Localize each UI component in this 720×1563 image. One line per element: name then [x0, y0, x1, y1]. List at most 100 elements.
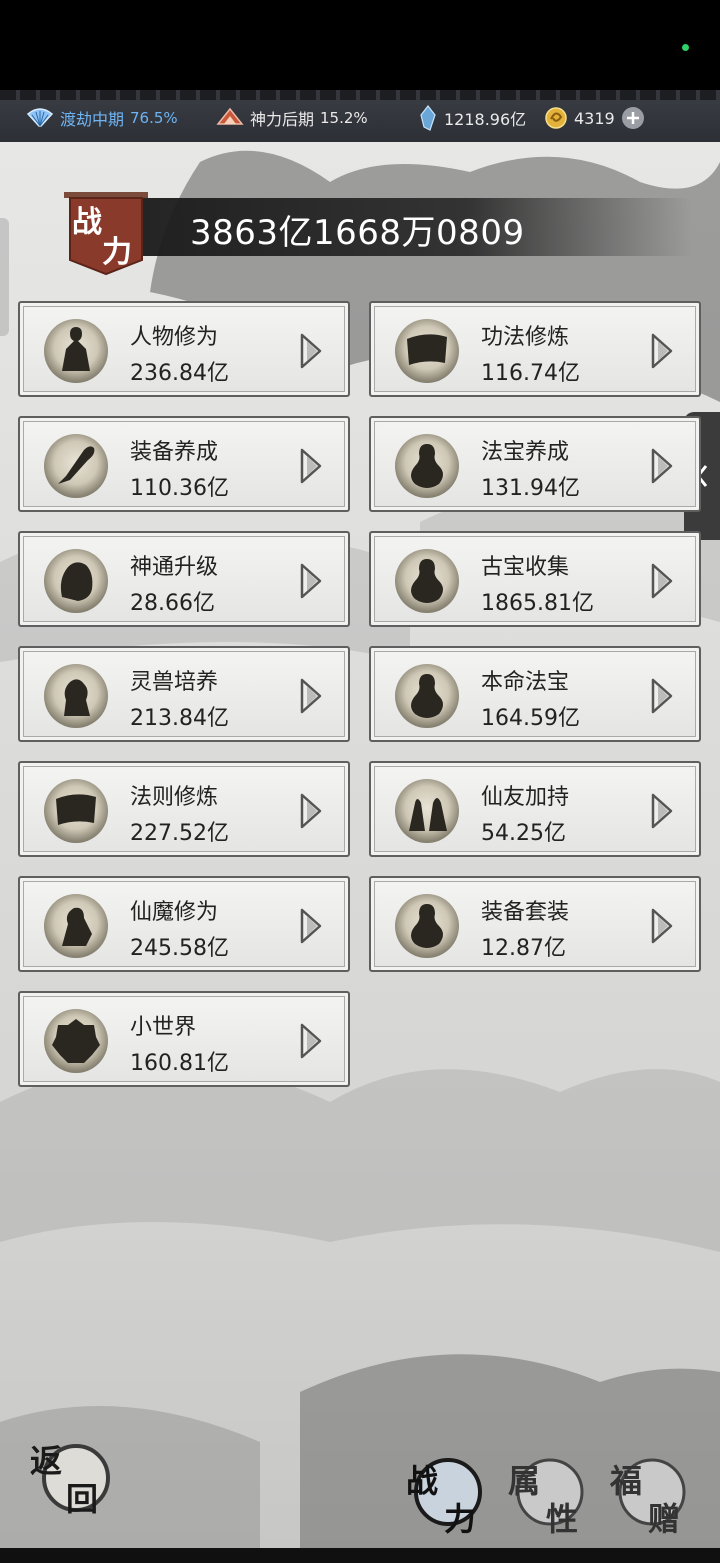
realm-status: 渡劫中期 76.5% — [26, 104, 178, 132]
tab-combat-power[interactable]: 战 力 — [404, 1452, 486, 1534]
chevron-right-icon[interactable] — [649, 446, 675, 486]
power-card-name: 法则修炼 — [130, 785, 219, 810]
power-card[interactable]: 装备套装 12.87亿 — [369, 876, 701, 972]
demon-icon — [44, 894, 108, 958]
divine-icon — [216, 107, 244, 125]
scroll-icon — [395, 319, 459, 383]
power-card-name: 装备套装 — [481, 900, 570, 925]
combat-power-header: 战 力 3863亿1668万0809 — [60, 190, 692, 276]
power-card-name: 小世界 — [130, 1015, 197, 1040]
gourd-icon — [395, 434, 459, 498]
power-card[interactable]: 仙友加持 54.25亿 — [369, 761, 701, 857]
chevron-right-icon[interactable] — [649, 561, 675, 601]
power-card[interactable]: 小世界 160.81亿 — [18, 991, 350, 1087]
power-card[interactable]: 本命法宝 164.59亿 — [369, 646, 701, 742]
chevron-right-icon[interactable] — [298, 561, 324, 601]
chevron-right-icon[interactable] — [298, 676, 324, 716]
power-card-value: 110.36亿 — [130, 476, 229, 501]
tab-attr-char-1: 属 — [508, 1462, 540, 1500]
tab-attributes[interactable]: 属 性 — [506, 1452, 588, 1534]
power-card-value: 164.59亿 — [481, 706, 580, 731]
divine-status: 神力后期 15.2% — [216, 104, 368, 132]
back-button[interactable]: 返 回 — [28, 1434, 110, 1516]
gourd-icon — [395, 549, 459, 613]
chevron-right-icon[interactable] — [649, 676, 675, 716]
power-card-value: 28.66亿 — [130, 591, 215, 616]
power-card[interactable]: 仙魔修为 245.58亿 — [18, 876, 350, 972]
world-icon — [44, 1009, 108, 1073]
spirit-stone-count: 1218.96亿 — [444, 110, 527, 129]
spirit-stone-icon — [420, 105, 436, 131]
bottom-bar — [0, 1548, 720, 1563]
power-badge-char-1: 战 — [72, 205, 102, 240]
power-card-name: 古宝收集 — [481, 555, 570, 580]
back-char-2: 回 — [66, 1480, 98, 1516]
power-card[interactable]: 功法修炼 116.74亿 — [369, 301, 701, 397]
screen: 渡劫中期 76.5% 神力后期 15.2% 1218.96亿 4319 战 力 … — [0, 0, 720, 1563]
power-card-value: 213.84亿 — [130, 706, 229, 731]
tab-gift-char-2: 赠 — [648, 1500, 680, 1534]
power-card-value: 1865.81亿 — [481, 591, 594, 616]
bell-icon — [44, 549, 108, 613]
power-card[interactable]: 法宝养成 131.94亿 — [369, 416, 701, 512]
gold-icon — [545, 107, 567, 129]
power-card-name: 人物修为 — [130, 325, 219, 350]
indicator-dot — [682, 44, 689, 51]
power-card-value: 54.25亿 — [481, 821, 566, 846]
power-card[interactable]: 法则修炼 227.52亿 — [18, 761, 350, 857]
power-card-value: 131.94亿 — [481, 476, 580, 501]
power-card[interactable]: 装备养成 110.36亿 — [18, 416, 350, 512]
chevron-right-icon[interactable] — [649, 791, 675, 831]
power-badge: 战 力 — [64, 192, 148, 276]
tab-gift-char-1: 福 — [609, 1462, 642, 1500]
divine-percent: 15.2% — [320, 109, 368, 127]
power-card-name: 法宝养成 — [481, 440, 570, 465]
power-card[interactable]: 人物修为 236.84亿 — [18, 301, 350, 397]
chevron-right-icon[interactable] — [298, 791, 324, 831]
chevron-right-icon[interactable] — [649, 906, 675, 946]
power-card-value: 116.74亿 — [481, 361, 580, 386]
power-card-value: 227.52亿 — [130, 821, 229, 846]
chevron-right-icon[interactable] — [298, 1021, 324, 1061]
power-card[interactable]: 灵兽培养 213.84亿 — [18, 646, 350, 742]
power-card-name: 本命法宝 — [481, 670, 570, 695]
power-card-value: 12.87亿 — [481, 936, 566, 961]
chevron-right-icon[interactable] — [298, 906, 324, 946]
power-card[interactable]: 古宝收集 1865.81亿 — [369, 531, 701, 627]
gold-count: 4319 — [574, 108, 615, 128]
tab-power-char-2: 力 — [444, 1500, 476, 1534]
companions-icon — [395, 779, 459, 843]
gourd-icon — [395, 664, 459, 728]
power-card-name: 功法修炼 — [481, 325, 570, 350]
power-card-name: 装备养成 — [130, 440, 219, 465]
scroll-icon — [44, 779, 108, 843]
power-card-value: 236.84亿 — [130, 361, 229, 386]
add-gold-icon[interactable] — [621, 106, 645, 130]
sword-icon — [44, 434, 108, 498]
divine-label: 神力后期 — [250, 110, 315, 129]
realm-label: 渡劫中期 — [60, 110, 125, 129]
power-card-value: 160.81亿 — [130, 1051, 229, 1076]
chevron-right-icon[interactable] — [649, 331, 675, 371]
gourd-icon — [395, 894, 459, 958]
power-card-name: 仙魔修为 — [130, 900, 219, 925]
power-card-name: 灵兽培养 — [130, 670, 219, 695]
power-card-value: 245.58亿 — [130, 936, 229, 961]
power-card-name: 神通升级 — [130, 555, 219, 580]
realm-percent: 76.5% — [130, 109, 178, 127]
gold-status: 4319 — [544, 104, 645, 132]
tab-attr-char-2: 性 — [546, 1500, 578, 1534]
chevron-right-icon[interactable] — [298, 331, 324, 371]
combat-power-value: 3863亿1668万0809 — [190, 213, 525, 253]
chevron-right-icon[interactable] — [298, 446, 324, 486]
left-edge-tab[interactable] — [0, 218, 9, 336]
tab-power-char-1: 战 — [406, 1462, 438, 1500]
top-black-area — [0, 0, 720, 90]
power-card[interactable]: 神通升级 28.66亿 — [18, 531, 350, 627]
back-char-1: 返 — [30, 1442, 62, 1480]
beast-icon — [44, 664, 108, 728]
power-card-name: 仙友加持 — [481, 785, 570, 810]
figure-icon — [44, 319, 108, 383]
tab-gifts[interactable]: 福 赠 — [608, 1452, 690, 1534]
power-badge-char-2: 力 — [102, 235, 132, 270]
